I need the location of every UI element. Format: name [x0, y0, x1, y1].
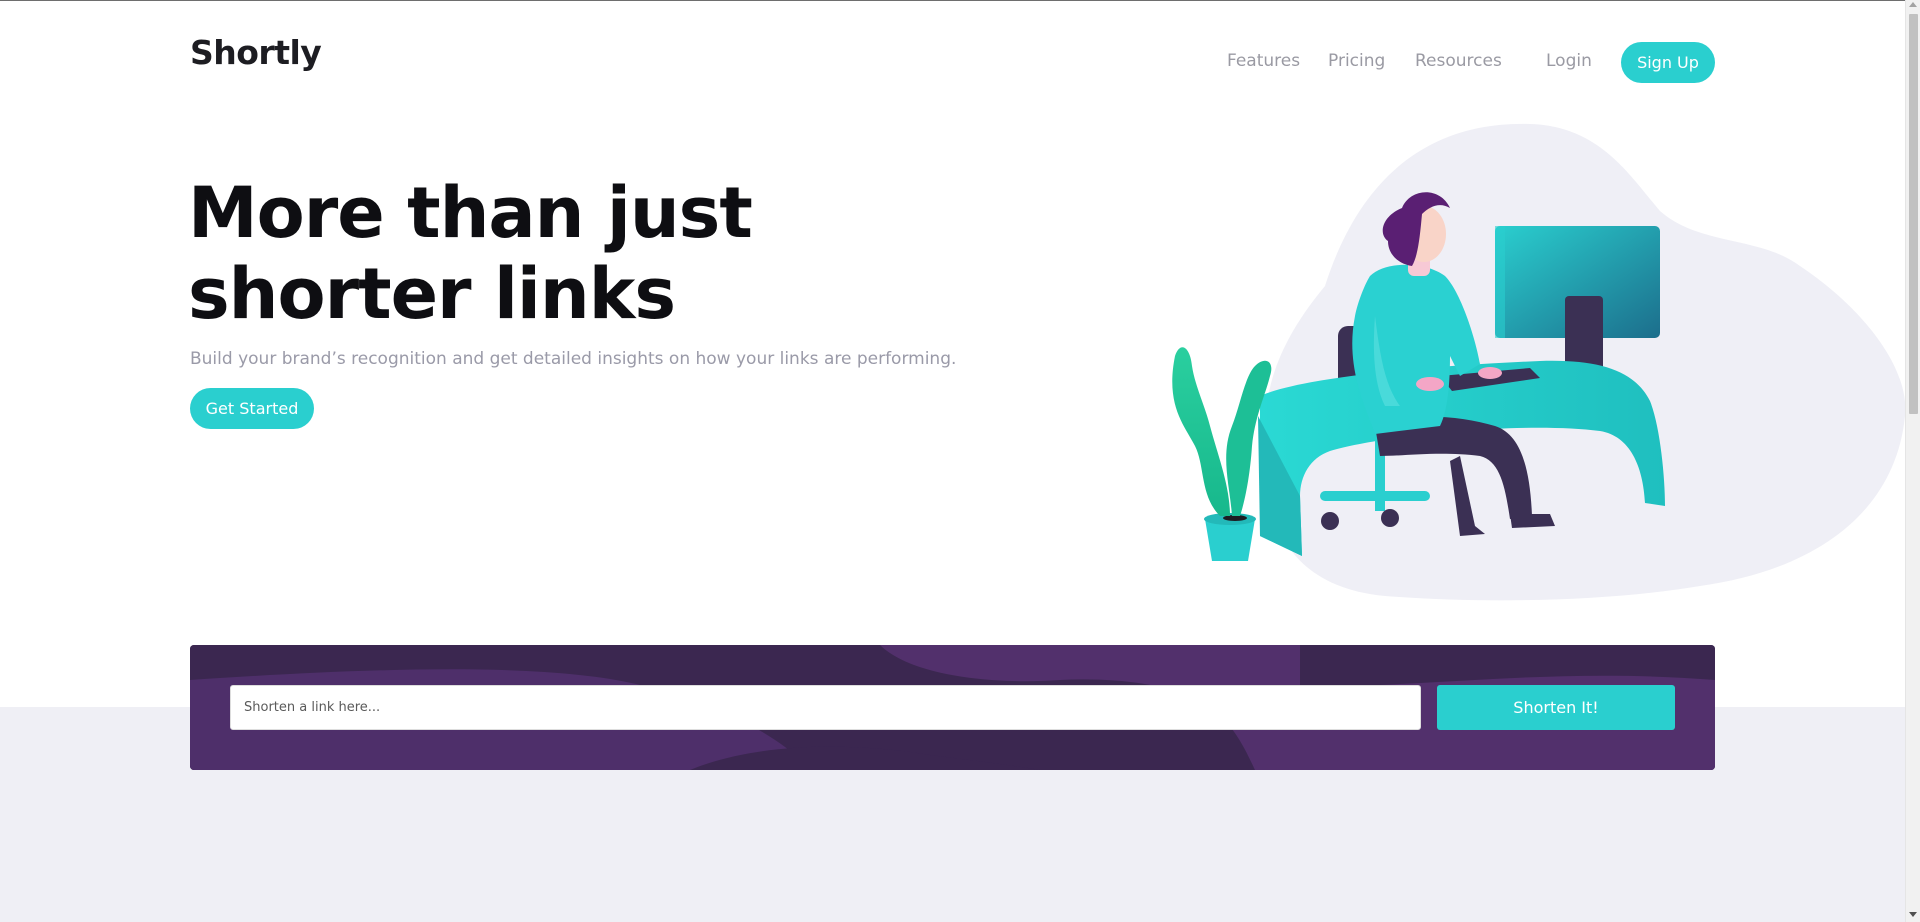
- page-viewport: Shortly Features Pricing Resources Login…: [0, 0, 1905, 922]
- vertical-scrollbar[interactable]: [1905, 0, 1920, 922]
- person-working-illustration: [1172, 123, 1905, 601]
- get-started-button[interactable]: Get Started: [190, 388, 314, 429]
- sign-up-button[interactable]: Sign Up: [1621, 42, 1715, 83]
- scroll-down-arrow-icon[interactable]: [1909, 912, 1917, 917]
- shorten-it-button[interactable]: Shorten It!: [1437, 685, 1675, 730]
- scroll-up-arrow-icon[interactable]: [1909, 2, 1917, 7]
- nav-resources[interactable]: Resources: [1415, 51, 1502, 71]
- nav-pricing[interactable]: Pricing: [1328, 51, 1385, 71]
- hero-subtitle: Build your brand’s recognition and get d…: [190, 349, 957, 369]
- shorten-link-input[interactable]: [230, 685, 1421, 730]
- nav-features[interactable]: Features: [1227, 51, 1300, 71]
- hero-title: More than just shorter links: [188, 172, 753, 335]
- shorten-panel: Shorten It!: [190, 645, 1715, 770]
- scrollbar-thumb[interactable]: [1909, 14, 1918, 414]
- shortly-logo[interactable]: Shortly: [190, 33, 322, 72]
- nav-login[interactable]: Login: [1546, 51, 1592, 71]
